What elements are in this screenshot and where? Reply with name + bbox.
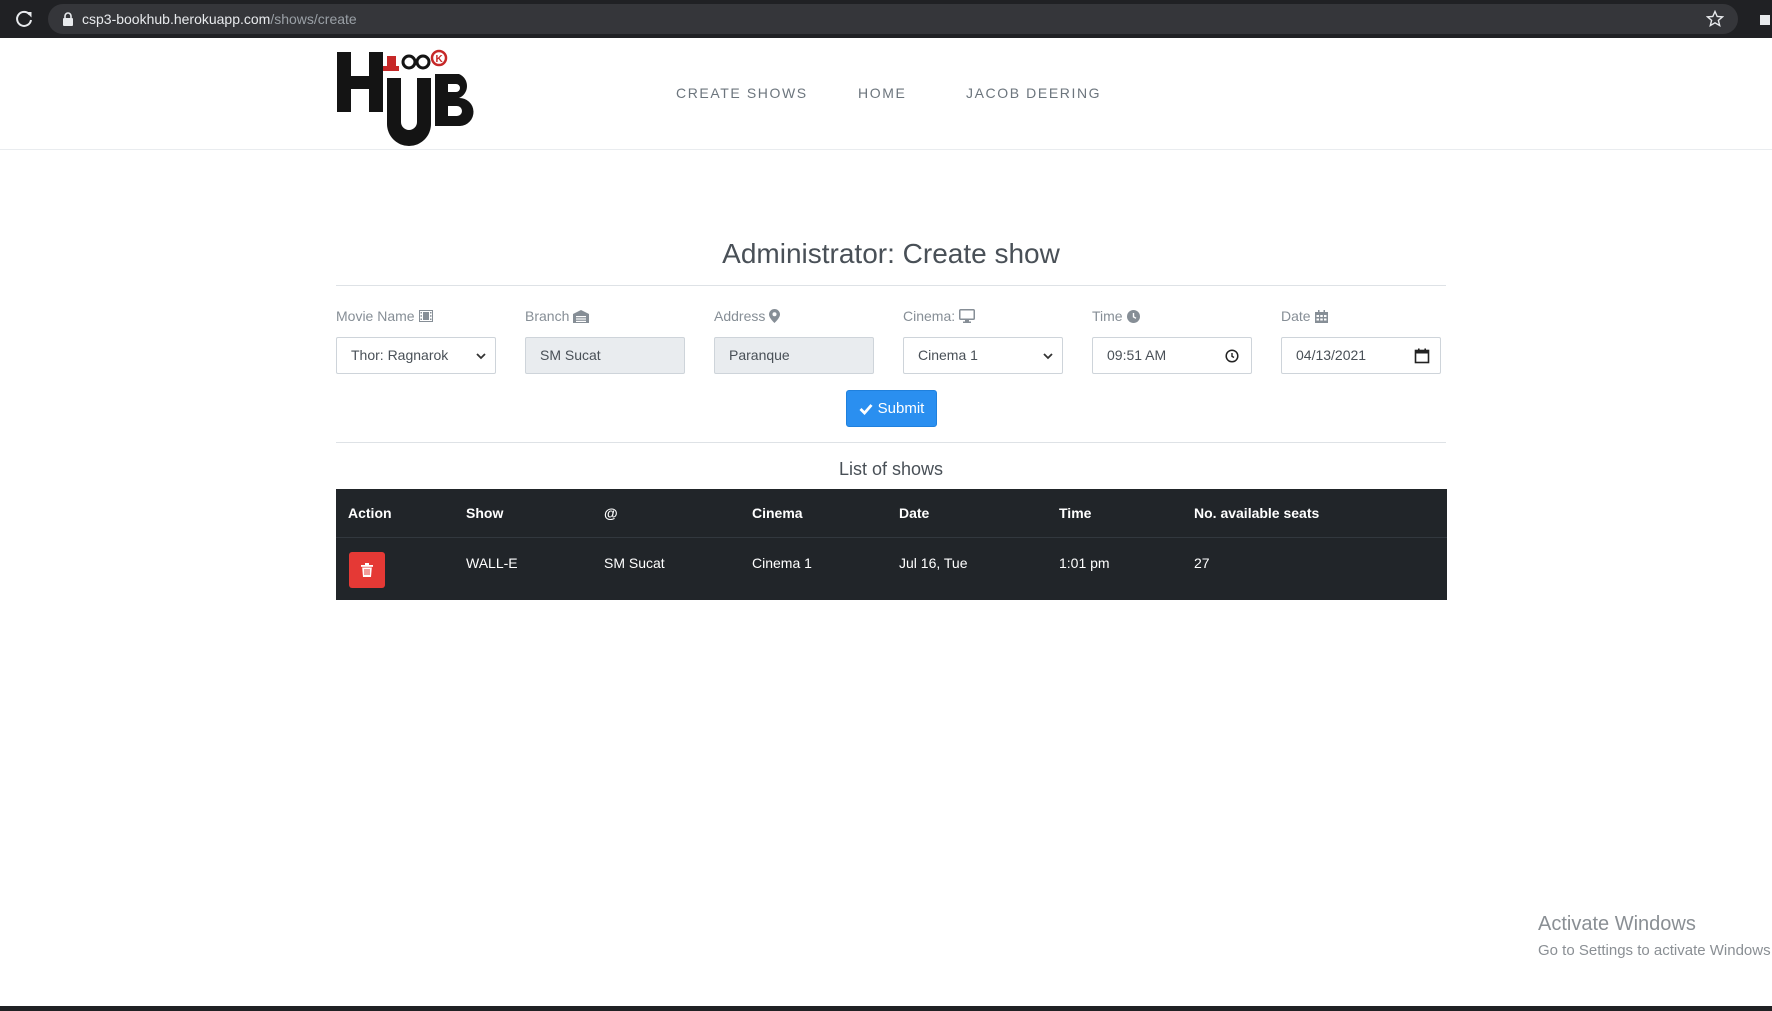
- time-label: Time: [1092, 308, 1140, 324]
- clock-icon[interactable]: [1225, 349, 1239, 363]
- movie-name-value: Thor: Ragnarok: [351, 347, 449, 363]
- table-row-divider: [336, 537, 1447, 538]
- navbar: K CREATE SHOWS HOME JACOB DEERING: [0, 38, 1772, 150]
- time-input[interactable]: 09:51 AM: [1092, 337, 1252, 374]
- url-host: csp3-bookhub.herokuapp.com: [82, 11, 271, 27]
- address-label: Address: [714, 308, 781, 324]
- lock-icon: [63, 12, 73, 26]
- desktop-icon: [959, 309, 976, 323]
- clock-icon: [1126, 309, 1140, 323]
- taskbar-edge: [0, 1006, 1772, 1011]
- map-marker-icon: [769, 309, 781, 323]
- building-icon: [573, 309, 590, 323]
- nav-link-home[interactable]: HOME: [858, 85, 906, 101]
- trash-icon: [361, 563, 373, 577]
- delete-show-button[interactable]: [349, 552, 385, 588]
- cell-seats: 27: [1194, 555, 1210, 571]
- bookhub-logo[interactable]: K: [335, 46, 487, 146]
- branch-input[interactable]: SM Sucat: [525, 337, 685, 374]
- nav-link-user-profile[interactable]: JACOB DEERING: [966, 85, 1101, 101]
- column-header-show: Show: [466, 505, 504, 521]
- reload-icon[interactable]: [14, 9, 34, 29]
- column-header-at: @: [604, 505, 618, 521]
- windows-activation-watermark: Activate Windows Go to Settings to activ…: [1538, 913, 1772, 959]
- column-header-action: Action: [348, 505, 392, 521]
- address-bar[interactable]: csp3-bookhub.herokuapp.com/shows/create: [48, 4, 1738, 34]
- cinema-select[interactable]: Cinema 1: [903, 337, 1063, 374]
- star-icon[interactable]: [1706, 10, 1724, 28]
- submit-button-label: Submit: [877, 400, 925, 417]
- calendar-icon[interactable]: [1414, 348, 1430, 364]
- movie-name-label-text: Movie Name: [336, 308, 415, 324]
- form-divider: [336, 442, 1446, 443]
- watermark-line-2: Go to Settings to activate Windows.: [1538, 942, 1772, 959]
- column-header-cinema: Cinema: [752, 505, 803, 521]
- date-label-text: Date: [1281, 308, 1311, 324]
- extension-icon[interactable]: [1758, 11, 1772, 27]
- column-header-date: Date: [899, 505, 930, 521]
- branch-value: SM Sucat: [540, 347, 601, 363]
- address-input[interactable]: Paranque: [714, 337, 874, 374]
- cell-time: 1:01 pm: [1059, 555, 1110, 571]
- address-label-text: Address: [714, 308, 766, 324]
- date-input[interactable]: 04/13/2021: [1281, 337, 1441, 374]
- submit-button[interactable]: Submit: [846, 390, 937, 427]
- calendar-icon: [1314, 309, 1328, 323]
- shows-list-title: List of shows: [838, 459, 944, 479]
- title-divider: [336, 285, 1446, 286]
- branch-label-text: Branch: [525, 308, 570, 324]
- watermark-line-1: Activate Windows: [1538, 913, 1696, 935]
- cinema-label: Cinema:: [903, 308, 976, 324]
- cell-cinema: Cinema 1: [752, 555, 812, 571]
- chevron-down-icon: [476, 353, 486, 360]
- column-header-seats: No. available seats: [1194, 505, 1320, 521]
- cell-show: WALL-E: [466, 555, 518, 571]
- nav-link-create-shows[interactable]: CREATE SHOWS: [676, 85, 808, 101]
- cell-at: SM Sucat: [604, 555, 665, 571]
- time-label-text: Time: [1092, 308, 1123, 324]
- browser-toolbar: csp3-bookhub.herokuapp.com/shows/create: [0, 0, 1772, 39]
- page-title: Administrator: Create show: [722, 238, 1060, 269]
- cinema-label-text: Cinema:: [903, 308, 956, 324]
- film-icon: [418, 310, 433, 322]
- check-icon: [859, 403, 873, 415]
- date-label: Date: [1281, 308, 1328, 324]
- chevron-down-icon: [1043, 353, 1053, 360]
- branch-label: Branch: [525, 308, 590, 324]
- movie-name-label: Movie Name: [336, 308, 433, 324]
- address-value: Paranque: [729, 347, 790, 363]
- url-path: /shows/create: [270, 11, 357, 27]
- time-value: 09:51 AM: [1107, 347, 1167, 363]
- shows-table: Action Show @ Cinema Date Time No. avail…: [336, 489, 1447, 600]
- cell-date: Jul 16, Tue: [899, 555, 968, 571]
- column-header-time: Time: [1059, 505, 1092, 521]
- date-value: 04/13/2021: [1296, 347, 1367, 363]
- url-text: csp3-bookhub.herokuapp.com/shows/create: [82, 11, 357, 27]
- cinema-value: Cinema 1: [918, 347, 978, 363]
- svg-text:K: K: [436, 54, 444, 65]
- movie-name-select[interactable]: Thor: Ragnarok: [336, 337, 496, 374]
